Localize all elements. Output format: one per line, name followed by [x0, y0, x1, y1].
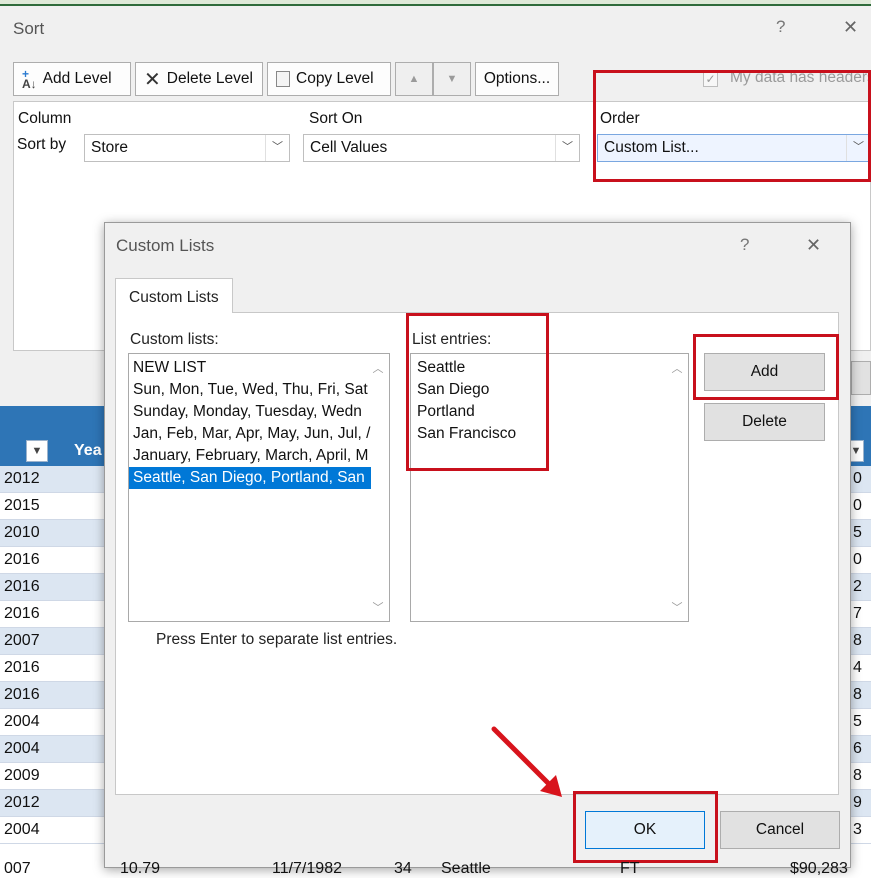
list-item[interactable]: NEW LIST [129, 357, 371, 379]
cell-date: 11/7/1982 [272, 862, 342, 877]
cell-year: 2004 [4, 740, 40, 757]
custom-lists-items: NEW LIST Sun, Mon, Tue, Wed, Thu, Fri, Sa… [129, 357, 371, 489]
cell-salary-partial: 5 [853, 524, 862, 541]
cell-salary-partial: 0 [853, 497, 862, 514]
sort-on-select[interactable]: Cell Values ﹀ [303, 134, 580, 162]
cell-salary-partial: 2 [853, 578, 862, 595]
cell-salary-partial: 0 [853, 551, 862, 568]
scroll-up-icon[interactable]: ︿ [668, 360, 686, 376]
cell-status: FT [620, 862, 640, 877]
hint-text: Press Enter to separate list entries. [156, 631, 398, 648]
add-level-icon: + A↓ [22, 67, 37, 91]
move-up-button[interactable]: ▲ [395, 62, 433, 96]
list-item[interactable]: Jan, Feb, Mar, Apr, May, Jun, Jul, / [129, 423, 371, 445]
cell-year: 2016 [4, 605, 40, 622]
sort-by-label: Sort by [17, 136, 67, 153]
cell-year: 2009 [4, 767, 40, 784]
sort-dialog-title: Sort [13, 19, 45, 38]
list-item[interactable]: Sun, Mon, Tue, Wed, Thu, Fri, Sat [129, 379, 371, 401]
cell-year: 2010 [4, 524, 40, 541]
add-level-button[interactable]: + A↓ Add Level [13, 62, 131, 96]
scroll-down-icon[interactable]: ﹀ [668, 599, 686, 615]
cell-year: 2016 [4, 578, 40, 595]
cell-salary-partial: 9 [853, 794, 862, 811]
sort-on-header: Sort On [309, 110, 363, 127]
list-item[interactable]: Sunday, Monday, Tuesday, Wedn [129, 401, 371, 423]
cell-year: 2012 [4, 794, 40, 811]
delete-level-button[interactable]: ✕ Delete Level [135, 62, 263, 96]
cell-salary: $90,283 [790, 862, 848, 877]
scroll-down-icon[interactable]: ﹀ [369, 599, 387, 615]
cancel-button[interactable]: Cancel [720, 811, 840, 849]
annotation-box-add [693, 334, 839, 400]
column-select[interactable]: Store ﹀ [84, 134, 290, 162]
tab-custom-lists[interactable]: Custom Lists [115, 278, 233, 313]
move-up-icon: ▲ [408, 73, 420, 85]
list-item[interactable]: Seattle, San Diego, Portland, San [129, 467, 371, 489]
annotation-box-list-entries [406, 313, 549, 471]
cell-salary-partial: 6 [853, 740, 862, 757]
cell-year: 2004 [4, 821, 40, 838]
cell-year: 007 [4, 862, 31, 877]
cell-salary-partial: 5 [853, 713, 862, 730]
scroll-up-icon[interactable]: ︿ [369, 360, 387, 376]
cell-year: 2016 [4, 551, 40, 568]
close-button[interactable]: ✕ [843, 17, 858, 38]
cell-salary-partial: 0 [853, 470, 862, 487]
annotation-box-order [593, 70, 871, 182]
cell-salary-partial: 8 [853, 686, 862, 703]
cell-store: Seattle [441, 862, 491, 877]
delete-button[interactable]: Delete [704, 403, 825, 441]
copy-level-button[interactable]: Copy Level [267, 62, 391, 96]
cell-value: 10.79 [120, 862, 161, 877]
custom-lists-label: Custom lists: [130, 331, 219, 348]
sort-ok-button-partial[interactable] [851, 361, 871, 395]
options-button[interactable]: Options... [475, 62, 559, 96]
help-button[interactable]: ? [776, 17, 785, 37]
cell-salary-partial: 4 [853, 659, 862, 676]
cell-age: 34 [394, 862, 412, 877]
cell-year: 2016 [4, 659, 40, 676]
table-row-last: 007 10.79 11/7/1982 34 Seattle FT $90,28… [0, 862, 871, 878]
cell-year: 2012 [4, 470, 40, 487]
column-header: Column [18, 110, 72, 127]
move-down-icon: ▼ [446, 73, 458, 85]
delete-x-icon: ✕ [144, 68, 161, 91]
filter-dropdown-icon[interactable]: ▼ [26, 440, 48, 462]
cell-year: 2016 [4, 686, 40, 703]
cell-salary-partial: 3 [853, 821, 862, 838]
cell-salary-partial: 8 [853, 632, 862, 649]
help-button[interactable]: ? [740, 235, 749, 255]
cell-salary-partial: 7 [853, 605, 862, 622]
custom-lists-title: Custom Lists [116, 236, 215, 255]
custom-lists-listbox[interactable]: NEW LIST Sun, Mon, Tue, Wed, Thu, Fri, Sa… [128, 353, 390, 622]
annotation-arrow-icon [491, 726, 562, 797]
chevron-down-icon: ﹀ [265, 135, 289, 161]
cell-year: 2004 [4, 713, 40, 730]
cell-year: 2007 [4, 632, 40, 649]
cell-salary-partial: 8 [853, 767, 862, 784]
close-button[interactable]: ✕ [806, 235, 821, 256]
annotation-box-ok [573, 791, 718, 863]
cell-year: 2015 [4, 497, 40, 514]
copy-icon [276, 71, 290, 87]
column-header-year: Yea [74, 442, 102, 459]
list-item[interactable]: January, February, March, April, M [129, 445, 371, 467]
move-down-button[interactable]: ▼ [433, 62, 471, 96]
chevron-down-icon: ﹀ [555, 135, 579, 161]
